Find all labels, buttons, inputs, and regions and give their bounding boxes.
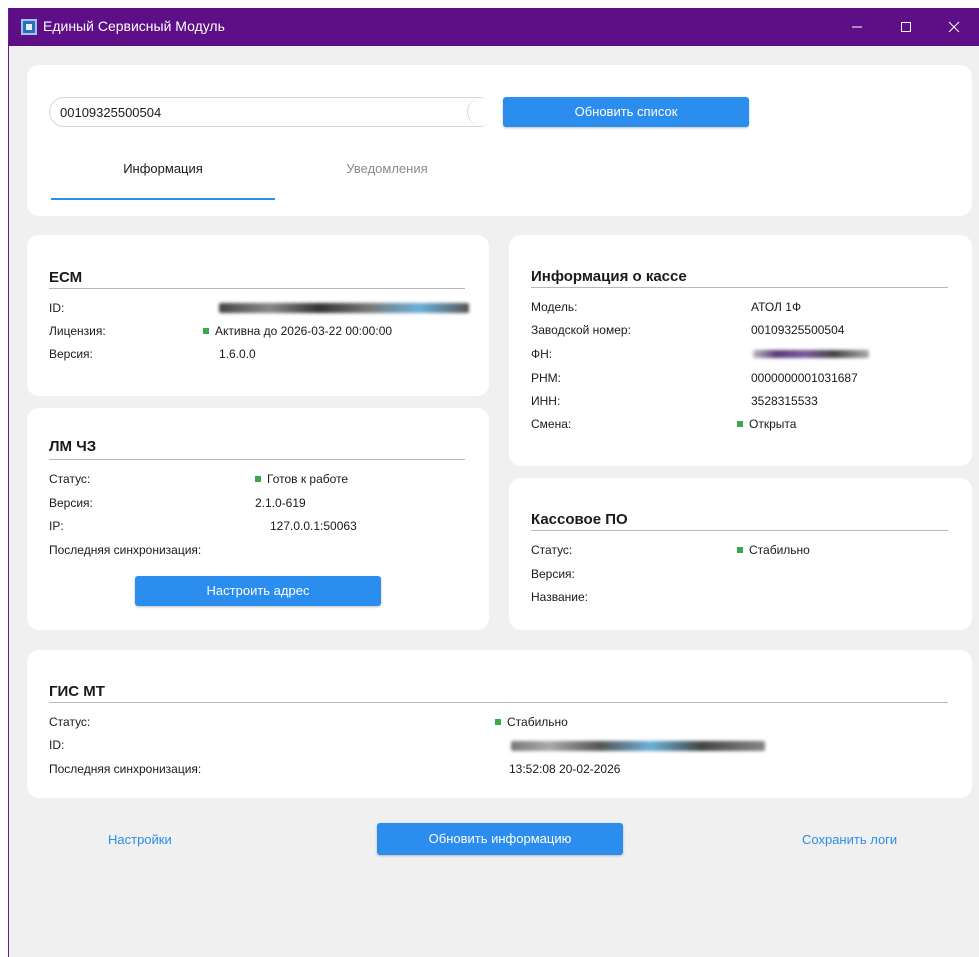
ecm-card: ЕСМ ID: Лицензия: Активна до 2026-03-22 …: [27, 235, 489, 396]
status-ok-icon: [255, 476, 261, 482]
lm-version-label: Версия:: [49, 496, 93, 510]
refresh-list-button[interactable]: Обновить список: [503, 97, 749, 127]
app-window: Единый Сервисный Модуль Обновить список …: [8, 8, 979, 957]
pos-version-label: Версия:: [531, 567, 575, 581]
pos-status-value: Стабильно: [737, 543, 810, 557]
divider: [531, 530, 948, 531]
inn-value: 3528315533: [751, 394, 818, 408]
device-serial-input[interactable]: [49, 97, 494, 127]
lm-ip-value: 127.0.0.1:50063: [270, 519, 357, 533]
maximize-icon: [901, 22, 911, 32]
title-bar[interactable]: Единый Сервисный Модуль: [9, 8, 979, 46]
input-dropdown-toggle[interactable]: [467, 98, 495, 126]
lm-sync-label: Последняя синхронизация:: [49, 543, 202, 557]
ecm-title: ЕСМ: [49, 269, 83, 286]
lm-ip-label: IP:: [49, 519, 64, 533]
lm-title: ЛМ ЧЗ: [49, 438, 97, 455]
shift-label: Смена:: [531, 417, 572, 431]
minimize-button[interactable]: [834, 8, 880, 46]
status-ok-icon: [737, 547, 743, 553]
divider: [49, 288, 465, 289]
tab-information[interactable]: Информация: [51, 161, 275, 176]
rnm-value: 0000000001031687: [751, 371, 858, 385]
serial-label: Заводской номер:: [531, 323, 631, 337]
ecm-license-label: Лицензия:: [49, 324, 106, 338]
gis-mt-card: ГИС МТ Статус: Стабильно ID: Последняя с…: [27, 650, 972, 798]
close-icon: [948, 21, 960, 33]
ecm-version-label: Версия:: [49, 347, 93, 361]
gis-status-value: Стабильно: [495, 715, 568, 729]
shift-value: Открыта: [737, 417, 796, 431]
active-tab-indicator: [51, 198, 275, 200]
status-ok-icon: [495, 719, 501, 725]
fn-label: ФН:: [531, 347, 553, 361]
rnm-label: РНМ:: [531, 371, 561, 385]
fn-value-redacted: [753, 350, 869, 358]
divider: [49, 702, 948, 703]
lm-status-value: Готов к работе: [255, 472, 348, 486]
tab-notifications[interactable]: Уведомления: [277, 161, 497, 176]
pos-software-title: Кассовое ПО: [531, 511, 628, 528]
divider: [531, 287, 948, 288]
pos-software-card: Кассовое ПО Статус: Стабильно Версия: На…: [509, 478, 972, 630]
gis-id-label: ID:: [49, 738, 65, 752]
divider: [49, 459, 465, 460]
serial-value: 00109325500504: [751, 323, 845, 337]
gis-mt-title: ГИС МТ: [49, 683, 105, 700]
register-info-title: Информация о кассе: [531, 268, 687, 285]
save-logs-link[interactable]: Сохранить логи: [802, 832, 897, 847]
lm-status-label: Статус:: [49, 472, 91, 486]
pos-status-label: Статус:: [531, 543, 573, 557]
ecm-id-redacted: [219, 303, 469, 313]
lm-card: ЛМ ЧЗ Статус: Готов к работе Версия: 2.1…: [27, 408, 489, 630]
model-label: Модель:: [531, 300, 578, 314]
settings-link[interactable]: Настройки: [108, 832, 172, 847]
close-button[interactable]: [931, 8, 977, 46]
update-info-button[interactable]: Обновить информацию: [377, 823, 623, 855]
gis-status-label: Статус:: [49, 715, 91, 729]
ecm-version-value: 1.6.0.0: [219, 347, 256, 361]
lm-version-value: 2.1.0-619: [255, 496, 306, 510]
pos-name-label: Название:: [531, 590, 588, 604]
app-logo-icon: [21, 19, 37, 35]
inn-label: ИНН:: [531, 394, 561, 408]
model-value: АТОЛ 1Ф: [751, 300, 802, 314]
gis-sync-value: 13:52:08 20-02-2026: [509, 762, 621, 776]
configure-address-button[interactable]: Настроить адрес: [135, 576, 381, 606]
gis-id-redacted: [511, 741, 765, 751]
register-info-card: Информация о кассе Модель: АТОЛ 1Ф Завод…: [509, 235, 972, 466]
window-title: Единый Сервисный Модуль: [43, 18, 225, 34]
ecm-license-value: Активна до 2026-03-22 00:00:00: [203, 324, 392, 338]
status-ok-icon: [203, 328, 209, 334]
maximize-button[interactable]: [883, 8, 929, 46]
device-selector-panel: Обновить список Информация Уведомления: [27, 65, 972, 216]
ecm-id-label: ID:: [49, 301, 65, 315]
status-ok-icon: [737, 421, 743, 427]
gis-sync-label: Последняя синхронизация:: [49, 762, 202, 776]
minimize-icon: [852, 26, 862, 28]
